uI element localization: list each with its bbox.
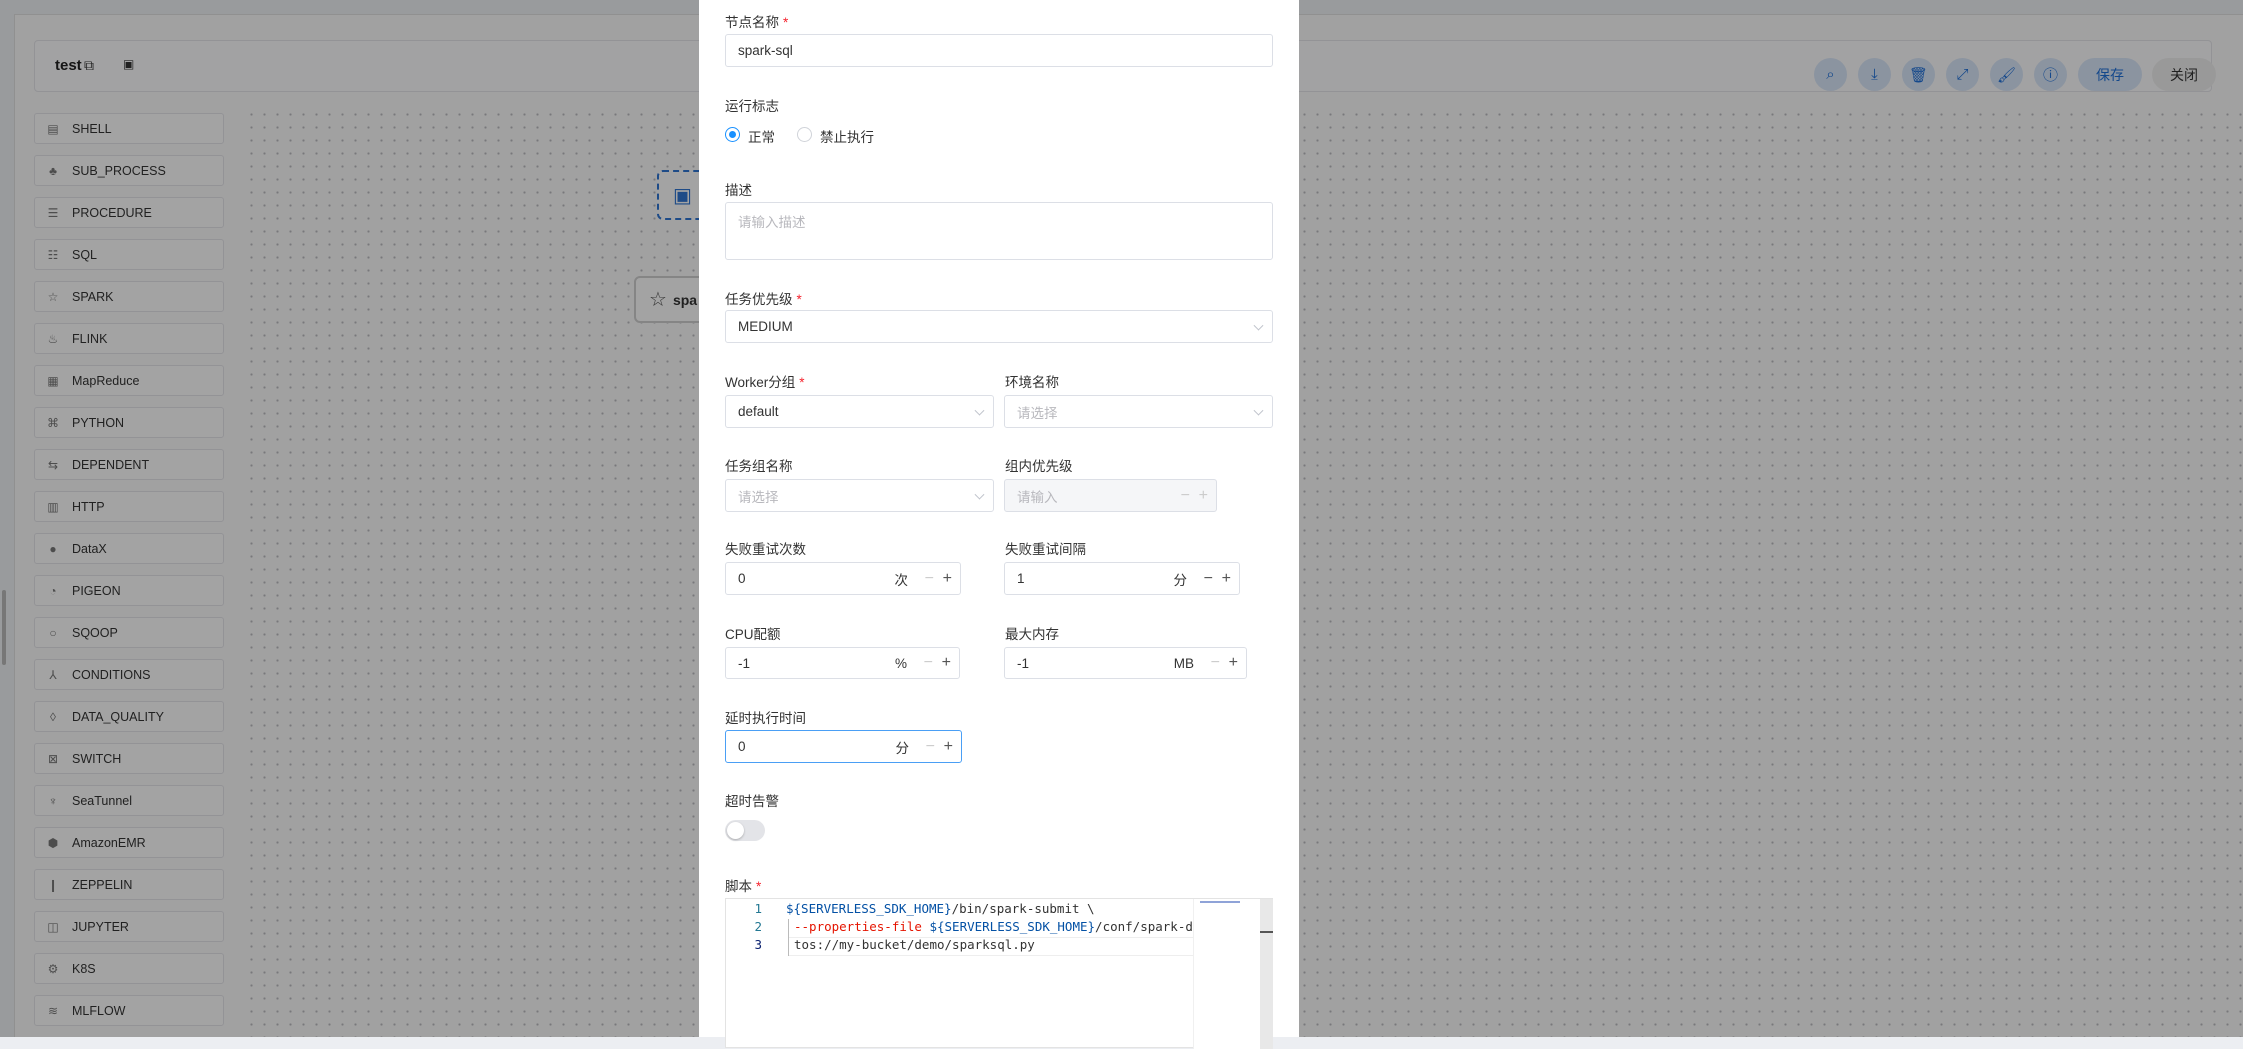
- increment-button[interactable]: +: [944, 738, 953, 756]
- editor-scrollbar[interactable]: [1260, 899, 1273, 1049]
- max-memory-unit: MB: [1173, 655, 1194, 671]
- cpu-quota-input[interactable]: -1 % − +: [725, 647, 960, 679]
- line-number: 2: [754, 919, 762, 934]
- delay-time-input[interactable]: 0 分 − +: [725, 730, 962, 763]
- max-memory-input[interactable]: -1 MB − +: [1004, 647, 1247, 679]
- decrement-button[interactable]: −: [1204, 570, 1213, 588]
- minus-icon: −: [1180, 486, 1190, 504]
- decrement-button[interactable]: −: [926, 738, 935, 756]
- code-line: --properties-file ${SERVERLESS_SDK_HOME}…: [794, 919, 1216, 934]
- retry-times-unit: 次: [894, 572, 909, 588]
- task-group-label: 任务组名称: [725, 459, 793, 474]
- decrement-button[interactable]: −: [925, 570, 934, 588]
- retry-interval-input[interactable]: 1 分 − +: [1004, 562, 1240, 595]
- line-number: 3: [754, 937, 762, 952]
- editor-minimap[interactable]: [1193, 899, 1260, 1049]
- environment-select[interactable]: 请选择: [1004, 395, 1273, 428]
- code-line: tos://my-bucket/demo/sparksql.py: [794, 937, 1035, 952]
- retry-times-label: 失败重试次数: [725, 542, 806, 557]
- radio-normal-label[interactable]: 正常: [748, 126, 775, 146]
- decrement-button[interactable]: −: [924, 654, 933, 672]
- node-edit-drawer: 节点名称 * spark-sql 运行标志 正常 禁止执行 描述 请输入描述 任务…: [699, 0, 1299, 1049]
- script-label: 脚本 *: [725, 879, 762, 894]
- line-number: 1: [754, 901, 762, 916]
- timeout-alarm-label: 超时告警: [725, 794, 779, 809]
- chevron-down-icon: [974, 405, 985, 416]
- priority-select[interactable]: MEDIUM: [725, 310, 1273, 343]
- delay-time-label: 延时执行时间: [725, 711, 806, 726]
- retry-interval-label: 失败重试间隔: [1005, 542, 1086, 557]
- page-scrollbar[interactable]: [2, 590, 6, 665]
- worker-group-select[interactable]: default: [725, 395, 994, 428]
- description-label: 描述: [725, 183, 752, 198]
- node-name-input[interactable]: spark-sql: [725, 34, 1273, 67]
- chevron-down-icon: [1253, 320, 1264, 331]
- run-flag-label: 运行标志: [725, 99, 779, 114]
- delay-time-unit: 分: [895, 740, 910, 756]
- increment-button[interactable]: +: [942, 654, 951, 672]
- cpu-quota-label: CPU配额: [725, 627, 781, 642]
- radio-forbidden-label[interactable]: 禁止执行: [820, 126, 874, 146]
- task-group-select[interactable]: 请选择: [725, 479, 994, 512]
- priority-label: 任务优先级 *: [725, 292, 802, 307]
- radio-normal[interactable]: [725, 127, 740, 142]
- timeout-alarm-switch[interactable]: [725, 820, 765, 841]
- description-textarea[interactable]: 请输入描述: [725, 202, 1273, 260]
- group-priority-label: 组内优先级: [1005, 459, 1073, 474]
- script-editor[interactable]: 1 ${SERVERLESS_SDK_HOME}/bin/spark-submi…: [725, 898, 1273, 1049]
- cpu-quota-unit: %: [894, 655, 907, 671]
- retry-times-input[interactable]: 0 次 − +: [725, 562, 961, 595]
- worker-group-label: Worker分组 *: [725, 375, 805, 390]
- radio-forbidden[interactable]: [797, 127, 812, 142]
- plus-icon: +: [1198, 486, 1208, 504]
- chevron-down-icon: [1253, 405, 1264, 416]
- code-line: ${SERVERLESS_SDK_HOME}/bin/spark-submit …: [786, 901, 1095, 916]
- increment-button[interactable]: +: [1229, 654, 1238, 672]
- increment-button[interactable]: +: [1222, 570, 1231, 588]
- environment-label: 环境名称: [1005, 375, 1059, 390]
- decrement-button[interactable]: −: [1211, 654, 1220, 672]
- max-memory-label: 最大内存: [1005, 627, 1059, 642]
- group-priority-input: 请输入 − +: [1004, 479, 1217, 512]
- chevron-down-icon: [974, 489, 985, 500]
- node-name-label: 节点名称 *: [725, 15, 789, 30]
- increment-button[interactable]: +: [943, 570, 952, 588]
- retry-interval-unit: 分: [1173, 572, 1188, 588]
